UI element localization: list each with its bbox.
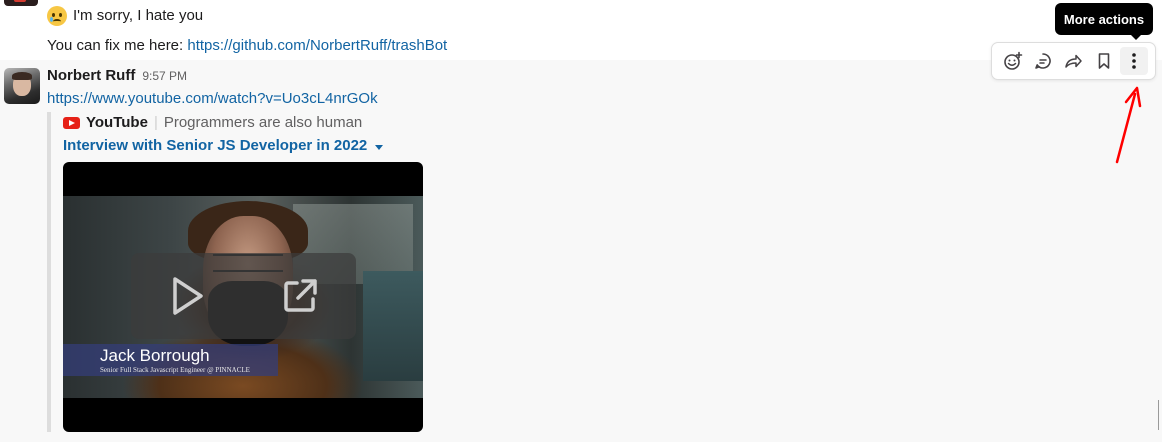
scrollbar[interactable]: [1158, 400, 1159, 430]
annotation-arrow-icon: [1115, 86, 1142, 164]
youtube-link[interactable]: https://www.youtube.com/watch?v=Uo3cL4nr…: [47, 90, 378, 107]
more-actions-button[interactable]: [1119, 47, 1148, 75]
avatar[interactable]: [4, 68, 40, 104]
more-actions-tooltip: More actions: [1055, 3, 1153, 40]
chevron-down-icon[interactable]: [375, 144, 384, 150]
video-player[interactable]: Jack Borrough Senior Full Stack Javascri…: [63, 162, 423, 432]
avatar[interactable]: [4, 0, 38, 6]
github-link[interactable]: https://github.com/NorbertRuff/trashBot: [187, 37, 447, 54]
link-unfurl-attachment: YouTube | Programmers are also human Int…: [47, 112, 471, 432]
message-timestamp[interactable]: 9:57 PM: [142, 69, 187, 83]
open-external-button[interactable]: [276, 272, 324, 320]
play-icon: [173, 277, 203, 315]
save-for-later-button[interactable]: [1090, 47, 1118, 75]
message-actions-toolbar: [991, 42, 1156, 80]
message-line: You can fix me here: https://github.com/…: [47, 35, 447, 57]
message-bot: I'm sorry, I hate you You can fix me her…: [0, 0, 1162, 60]
video-controls: [131, 253, 356, 339]
overlay-role: Senior Full Stack Javascript Engineer @ …: [100, 366, 250, 374]
share-icon: [1065, 54, 1083, 68]
overlay-name: Jack Borrough: [100, 346, 210, 365]
sad-tear-emoji-icon: [47, 6, 67, 26]
share-message-button[interactable]: [1059, 47, 1087, 75]
youtube-logo-icon: [63, 116, 80, 129]
message-text: You can fix me here:: [47, 37, 188, 54]
message-header: Norbert Ruff 9:57 PM: [47, 67, 187, 84]
save-bookmark-icon: [1098, 53, 1109, 69]
message-norbert: Norbert Ruff 9:57 PM https://www.youtube…: [0, 60, 1162, 442]
attachment-source: YouTube | Programmers are also human: [63, 114, 362, 131]
reply-in-thread-icon: [1035, 53, 1052, 69]
open-external-icon: [284, 279, 317, 312]
message-text: I'm sorry, I hate you: [73, 7, 204, 24]
more-actions-icon: [1132, 53, 1136, 69]
message-line: I'm sorry, I hate you: [47, 5, 203, 27]
slack-channel-view: I'm sorry, I hate you You can fix me her…: [0, 0, 1162, 446]
attachment-title-text[interactable]: Interview with Senior JS Developer in 20…: [63, 137, 367, 154]
add-reaction-icon: [1004, 51, 1023, 70]
attachment-channel-name: Programmers are also human: [163, 114, 363, 131]
add-reaction-button[interactable]: [999, 47, 1027, 75]
message-line: https://www.youtube.com/watch?v=Uo3cL4nr…: [47, 88, 378, 110]
attachment-service-name: YouTube: [86, 114, 148, 131]
play-button[interactable]: [163, 272, 211, 320]
separator: |: [153, 114, 158, 131]
reply-in-thread-button[interactable]: [1029, 47, 1057, 75]
attachment-title[interactable]: Interview with Senior JS Developer in 20…: [63, 137, 384, 154]
sender-name[interactable]: Norbert Ruff: [47, 67, 135, 84]
